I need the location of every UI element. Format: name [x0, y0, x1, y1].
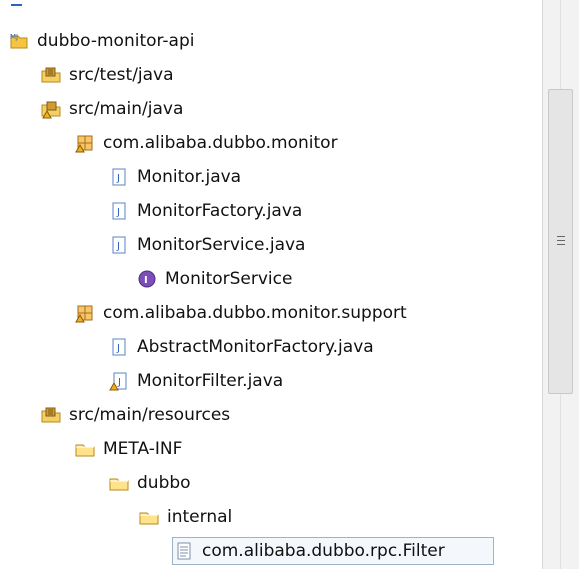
tree-item-meta-inf[interactable]: META-INF: [74, 432, 579, 466]
tree-item-label: dubbo: [137, 473, 191, 493]
scrollbar-thumb[interactable]: [548, 89, 573, 394]
tree-item-label: Monitor.java: [137, 167, 242, 187]
source-folder-icon: [40, 64, 62, 86]
tree-item-project[interactable]: MJ dubbo-monitor-api: [8, 24, 544, 58]
tree-item-label: src/test/java: [69, 65, 174, 85]
tree-item-label: com.alibaba.dubbo.monitor: [103, 133, 338, 153]
tree-item-label: com.alibaba.dubbo.monitor.support: [103, 303, 407, 323]
java-file-icon: J: [108, 336, 130, 358]
tree-item-label: src/main/resources: [69, 405, 231, 425]
tree-item-label: MonitorFilter.java: [137, 371, 284, 391]
svg-text:J: J: [116, 241, 120, 252]
vertical-scrollbar[interactable]: [542, 0, 579, 569]
tree-item-dubbo-folder[interactable]: dubbo: [108, 466, 579, 500]
svg-text:J: J: [116, 207, 120, 218]
folder-icon: [74, 438, 96, 460]
tree-item-package-monitor-support[interactable]: com.alibaba.dubbo.monitor.support: [74, 296, 579, 330]
tree-item-src-main-java[interactable]: src/main/java: [40, 92, 576, 126]
svg-text:J: J: [116, 173, 120, 184]
svg-text:J: J: [116, 343, 120, 354]
tree-item-src-main-resources[interactable]: src/main/resources: [40, 398, 576, 432]
tree-item-label: AbstractMonitorFactory.java: [137, 337, 374, 357]
scrollbar-grip-icon: [557, 236, 565, 246]
tree-item-label: src/main/java: [69, 99, 184, 119]
java-project-icon: MJ: [8, 30, 30, 52]
svg-text:J: J: [117, 377, 121, 388]
tree-item-internal-folder[interactable]: internal: [138, 500, 579, 534]
tree-item-label: MonitorService: [165, 269, 293, 289]
java-file-icon: J: [108, 200, 130, 222]
package-icon: [74, 132, 96, 154]
tree-item-label: dubbo-monitor-api: [37, 31, 195, 51]
tree-item-src-test-java[interactable]: src/test/java: [40, 58, 576, 92]
svg-text:I: I: [144, 275, 148, 286]
java-file-warning-icon: J: [108, 370, 130, 392]
folder-icon: [108, 472, 130, 494]
tree-item-filter-file[interactable]: com.alibaba.dubbo.rpc.Filter: [172, 537, 494, 565]
project-explorer-window: MJ dubbo-monitor-api src/test/java src/m…: [0, 0, 579, 569]
tree-item-abstractmonitorfactory-java[interactable]: J AbstractMonitorFactory.java: [108, 330, 579, 364]
java-file-icon: J: [108, 234, 130, 256]
tree-item-label: internal: [167, 507, 233, 527]
interface-icon: I: [136, 268, 158, 290]
java-file-icon: J: [108, 166, 130, 188]
project-tree: MJ dubbo-monitor-api src/test/java src/m…: [0, 24, 542, 569]
tree-item-package-monitor[interactable]: com.alibaba.dubbo.monitor: [74, 126, 579, 160]
package-icon: [74, 302, 96, 324]
svg-text:MJ: MJ: [10, 33, 18, 41]
text-file-icon: [173, 540, 195, 562]
tree-item-monitorservice-java[interactable]: J MonitorService.java: [108, 228, 579, 262]
source-folder-warning-icon: [40, 98, 62, 120]
resource-folder-icon: [40, 404, 62, 426]
folder-icon: [138, 506, 160, 528]
tree-item-label: MonitorFactory.java: [137, 201, 303, 221]
tree-item-label: com.alibaba.dubbo.rpc.Filter: [202, 541, 445, 561]
tree-item-label: META-INF: [103, 439, 183, 459]
tree-item-monitorfactory-java[interactable]: J MonitorFactory.java: [108, 194, 579, 228]
top-tree-marker: [11, 0, 22, 6]
tree-item-monitorservice-interface[interactable]: I MonitorService: [136, 262, 579, 296]
tree-item-monitor-java[interactable]: J Monitor.java: [108, 160, 579, 194]
tree-item-monitorfilter-java[interactable]: J MonitorFilter.java: [108, 364, 579, 398]
tree-item-label: MonitorService.java: [137, 235, 306, 255]
